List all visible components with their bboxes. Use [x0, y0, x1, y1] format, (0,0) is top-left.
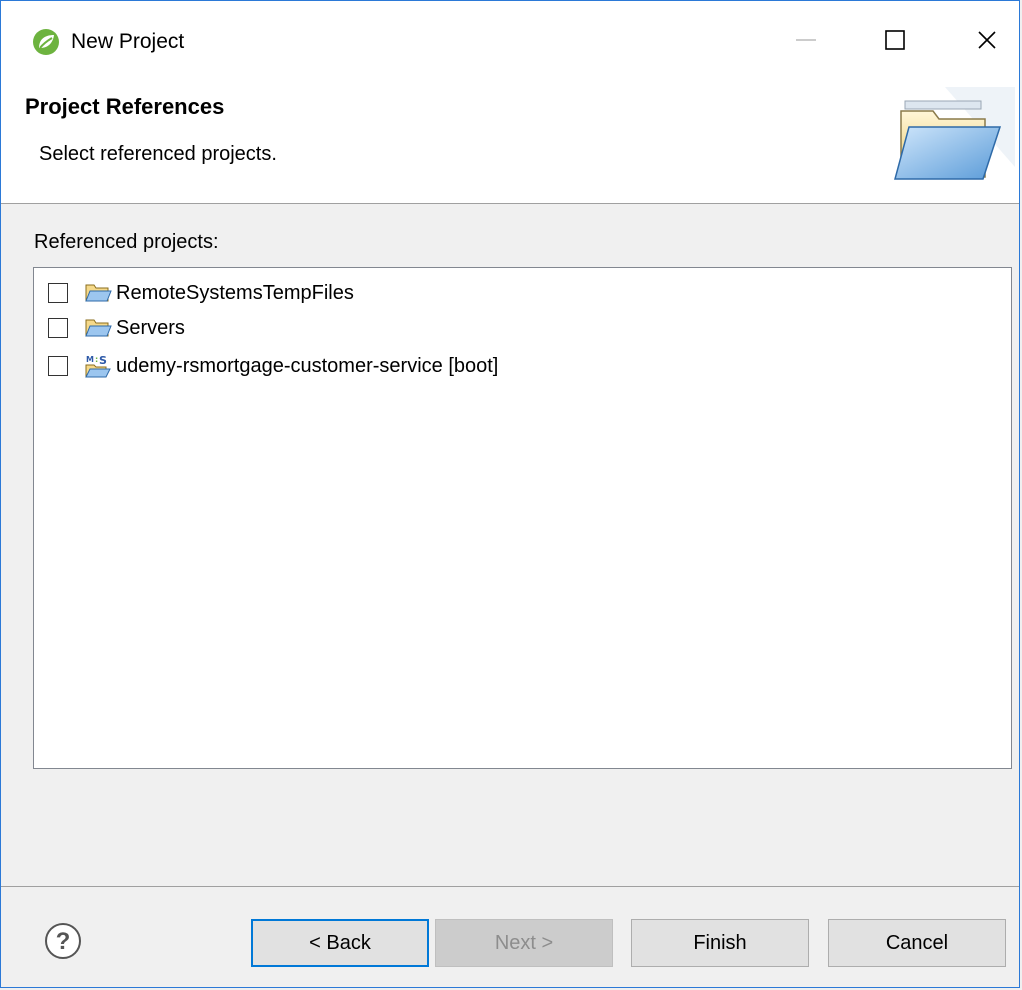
project-name: udemy-rsmortgage-customer-service [boot]	[116, 354, 499, 377]
help-icon[interactable]: ?	[43, 921, 83, 961]
next-button[interactable]: Next >	[435, 919, 613, 967]
close-icon	[978, 31, 996, 49]
referenced-projects-list[interactable]: RemoteSystemsTempFiles Servers M : S ude…	[33, 267, 1012, 769]
referenced-projects-label: Referenced projects:	[34, 231, 219, 253]
project-checkbox[interactable]	[48, 283, 68, 303]
list-item[interactable]: RemoteSystemsTempFiles	[48, 277, 354, 309]
maven-spring-project-icon: M : S	[84, 354, 112, 378]
list-item[interactable]: Servers	[48, 312, 185, 344]
page-description: Select referenced projects.	[39, 143, 277, 165]
folder-open-icon	[84, 281, 112, 305]
minimize-button[interactable]	[776, 15, 836, 65]
page-title: Project References	[25, 94, 225, 119]
finish-button[interactable]: Finish	[631, 919, 809, 967]
back-button[interactable]: < Back	[251, 919, 429, 967]
svg-text:?: ?	[56, 928, 71, 955]
window-title: New Project	[71, 30, 185, 53]
wizard-banner: Project References Select referenced pro…	[1, 81, 1019, 204]
project-checkbox[interactable]	[48, 356, 68, 376]
list-item[interactable]: M : S udemy-rsmortgage-customer-service …	[48, 350, 498, 382]
spring-leaf-icon	[33, 29, 59, 55]
folder-open-icon	[84, 316, 112, 340]
new-project-dialog: New Project Project References Select re…	[0, 0, 1020, 988]
button-bar-divider	[1, 886, 1019, 887]
minimize-icon	[796, 39, 816, 41]
project-name: Servers	[116, 316, 185, 339]
svg-text:M: M	[86, 355, 94, 364]
folder-wizard-icon	[894, 87, 1015, 180]
cancel-button[interactable]: Cancel	[828, 919, 1006, 967]
project-checkbox[interactable]	[48, 318, 68, 338]
svg-text::: :	[95, 355, 98, 364]
maximize-icon	[885, 30, 905, 50]
maximize-button[interactable]	[865, 15, 925, 65]
project-name: RemoteSystemsTempFiles	[116, 281, 354, 304]
close-button[interactable]	[957, 15, 1017, 65]
title-bar[interactable]: New Project	[1, 1, 1019, 81]
svg-text:S: S	[99, 354, 107, 367]
